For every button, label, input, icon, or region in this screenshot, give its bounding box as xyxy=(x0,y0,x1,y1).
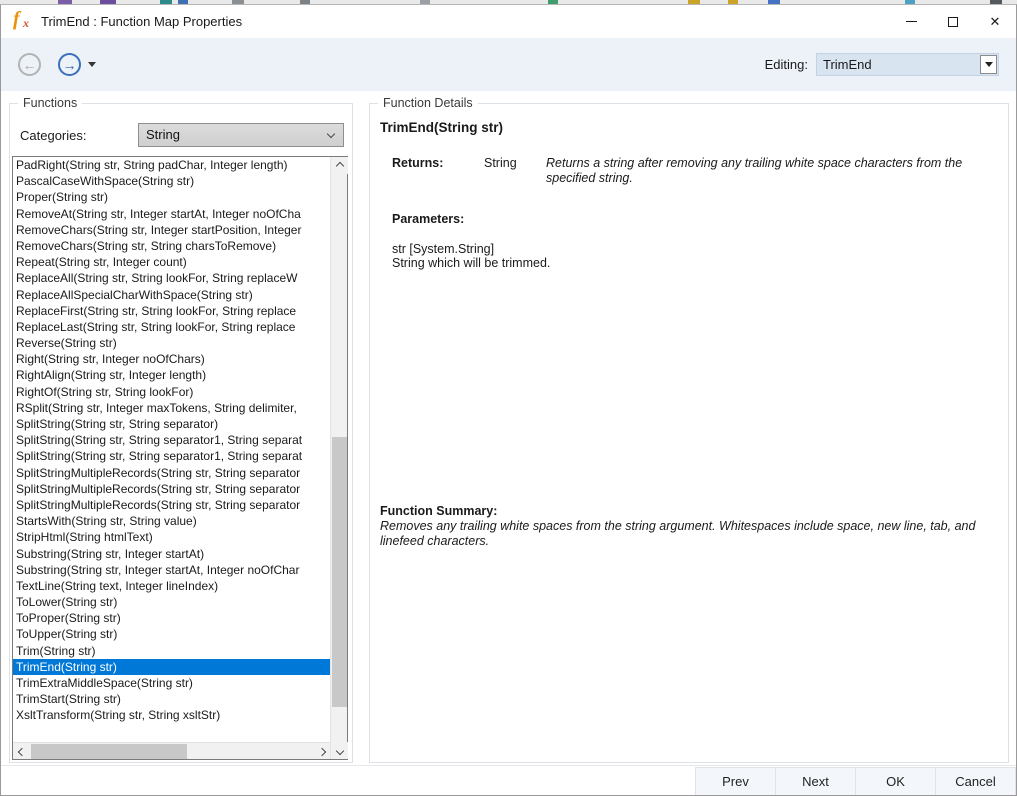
function-listbox: PadRight(String str, String padChar, Int… xyxy=(12,156,348,760)
footer-buttons: PrevNextOKCancel xyxy=(696,767,1016,795)
parameter-description: String which will be trimmed. xyxy=(392,256,550,270)
chevron-up-icon xyxy=(335,161,343,169)
forward-dropdown-caret-icon[interactable] xyxy=(88,62,96,67)
back-arrow-icon: ← xyxy=(23,57,37,73)
function-list-item[interactable]: Right(String str, Integer noOfChars) xyxy=(13,351,330,367)
horizontal-scrollbar[interactable] xyxy=(13,742,330,759)
vertical-scrollbar[interactable] xyxy=(330,157,347,759)
function-list-item[interactable]: PascalCaseWithSpace(String str) xyxy=(13,173,330,189)
ok-button[interactable]: OK xyxy=(855,767,936,795)
function-list-item[interactable]: TrimExtraMiddleSpace(String str) xyxy=(13,675,330,691)
function-list-item[interactable]: Proper(String str) xyxy=(13,189,330,205)
function-signature: TrimEnd(String str) xyxy=(380,120,503,135)
function-summary-label: Function Summary: xyxy=(380,504,497,518)
next-button[interactable]: Next xyxy=(775,767,856,795)
categories-dropdown-value: String xyxy=(146,127,180,142)
function-list-item[interactable]: ToProper(String str) xyxy=(13,610,330,626)
function-list-item[interactable]: RSplit(String str, Integer maxTokens, St… xyxy=(13,400,330,416)
function-list-item[interactable]: RemoveAt(String str, Integer startAt, In… xyxy=(13,206,330,222)
function-map-properties-dialog: fx TrimEnd : Function Map Properties ✕ ←… xyxy=(0,4,1017,796)
forward-arrow-icon: → xyxy=(63,57,77,73)
categories-dropdown[interactable]: String xyxy=(138,123,344,147)
scroll-down-button[interactable] xyxy=(331,742,348,759)
parameter-name: str [System.String] xyxy=(392,242,494,256)
function-details-title: Function Details xyxy=(378,96,478,110)
function-list-item[interactable]: TrimStart(String str) xyxy=(13,691,330,707)
editing-section: Editing: TrimEnd xyxy=(765,53,999,76)
function-list-item[interactable]: SplitString(String str, String separator… xyxy=(13,432,330,448)
maximize-icon xyxy=(948,17,958,27)
function-list-item[interactable]: RemoveChars(String str, String charsToRe… xyxy=(13,238,330,254)
function-list-item[interactable]: TrimEnd(String str) xyxy=(13,659,330,675)
minimize-button[interactable] xyxy=(890,5,932,38)
chevron-down-icon xyxy=(335,746,343,754)
close-button[interactable]: ✕ xyxy=(974,5,1016,38)
prev-button[interactable]: Prev xyxy=(695,767,776,795)
editing-dropdown-value: TrimEnd xyxy=(823,57,872,72)
scroll-up-button[interactable] xyxy=(331,157,348,174)
function-list-item[interactable]: ReplaceLast(String str, String lookFor, … xyxy=(13,319,330,335)
editing-label: Editing: xyxy=(765,57,808,72)
function-summary-text: Removes any trailing white spaces from t… xyxy=(380,519,998,549)
function-list: PadRight(String str, String padChar, Int… xyxy=(13,157,330,742)
function-list-item[interactable]: Repeat(String str, Integer count) xyxy=(13,254,330,270)
function-list-item[interactable]: SplitStringMultipleRecords(String str, S… xyxy=(13,465,330,481)
function-list-item[interactable]: ToLower(String str) xyxy=(13,594,330,610)
returns-row: Returns: String Returns a string after r… xyxy=(392,156,992,186)
returns-label: Returns: xyxy=(392,156,484,186)
returns-description: Returns a string after removing any trai… xyxy=(546,156,992,186)
minimize-icon xyxy=(906,21,917,22)
function-list-item[interactable]: SplitString(String str, String separator… xyxy=(13,416,330,432)
function-list-item[interactable]: Substring(String str, Integer startAt) xyxy=(13,546,330,562)
categories-label: Categories: xyxy=(20,128,86,143)
function-list-item[interactable]: StripHtml(String htmlText) xyxy=(13,529,330,545)
parameters-label: Parameters: xyxy=(392,212,464,226)
function-list-item[interactable]: Substring(String str, Integer startAt, I… xyxy=(13,562,330,578)
close-icon: ✕ xyxy=(990,15,1001,28)
function-list-item[interactable]: ReplaceAll(String str, String lookFor, S… xyxy=(13,270,330,286)
scroll-left-button[interactable] xyxy=(13,743,30,760)
fx-function-icon: fx xyxy=(13,12,35,32)
maximize-button[interactable] xyxy=(932,5,974,38)
function-list-item[interactable]: ReplaceAllSpecialCharWithSpace(String st… xyxy=(13,287,330,303)
footer-bar: PrevNextOKCancel xyxy=(1,765,1016,795)
window-title: TrimEnd : Function Map Properties xyxy=(41,14,242,29)
chevron-left-icon xyxy=(17,747,25,755)
editing-dropdown[interactable]: TrimEnd xyxy=(816,53,999,76)
function-list-item[interactable]: SplitString(String str, String separator… xyxy=(13,448,330,464)
forward-button[interactable]: → xyxy=(58,53,81,76)
function-list-item[interactable]: Reverse(String str) xyxy=(13,335,330,351)
back-button[interactable]: ← xyxy=(18,53,41,76)
function-list-item[interactable]: RightAlign(String str, Integer length) xyxy=(13,367,330,383)
screen: fx TrimEnd : Function Map Properties ✕ ←… xyxy=(0,0,1017,796)
function-list-item[interactable]: SplitStringMultipleRecords(String str, S… xyxy=(13,497,330,513)
chevron-down-icon xyxy=(985,62,993,67)
cancel-button[interactable]: Cancel xyxy=(935,767,1016,795)
editing-dropdown-button[interactable] xyxy=(980,55,997,74)
function-details-panel: Function Details TrimEnd(String str) Ret… xyxy=(369,103,1009,763)
function-list-item[interactable]: ReplaceFirst(String str, String lookFor,… xyxy=(13,303,330,319)
function-list-item[interactable]: RightOf(String str, String lookFor) xyxy=(13,384,330,400)
returns-type: String xyxy=(484,156,532,186)
chevron-down-icon xyxy=(327,130,335,138)
window-controls: ✕ xyxy=(890,5,1016,38)
vertical-scrollbar-thumb[interactable] xyxy=(332,437,347,707)
chevron-right-icon xyxy=(317,747,325,755)
function-list-item[interactable]: XsltTransform(String str, String xsltStr… xyxy=(13,707,330,723)
function-list-item[interactable]: PadRight(String str, String padChar, Int… xyxy=(13,157,330,173)
title-bar[interactable]: fx TrimEnd : Function Map Properties ✕ xyxy=(1,5,1016,38)
functions-panel: Functions Categories: String PadRight(St… xyxy=(9,103,353,763)
functions-panel-title: Functions xyxy=(18,96,82,110)
function-list-item[interactable]: Trim(String str) xyxy=(13,643,330,659)
function-list-item[interactable]: TextLine(String text, Integer lineIndex) xyxy=(13,578,330,594)
function-list-item[interactable]: SplitStringMultipleRecords(String str, S… xyxy=(13,481,330,497)
function-list-item[interactable]: RemoveChars(String str, Integer startPos… xyxy=(13,222,330,238)
scroll-right-button[interactable] xyxy=(313,743,330,760)
horizontal-scrollbar-thumb[interactable] xyxy=(31,744,187,759)
function-list-item[interactable]: ToUpper(String str) xyxy=(13,626,330,642)
navigation-toolbar: ← → Editing: TrimEnd xyxy=(1,38,1016,91)
function-list-item[interactable]: StartsWith(String str, String value) xyxy=(13,513,330,529)
